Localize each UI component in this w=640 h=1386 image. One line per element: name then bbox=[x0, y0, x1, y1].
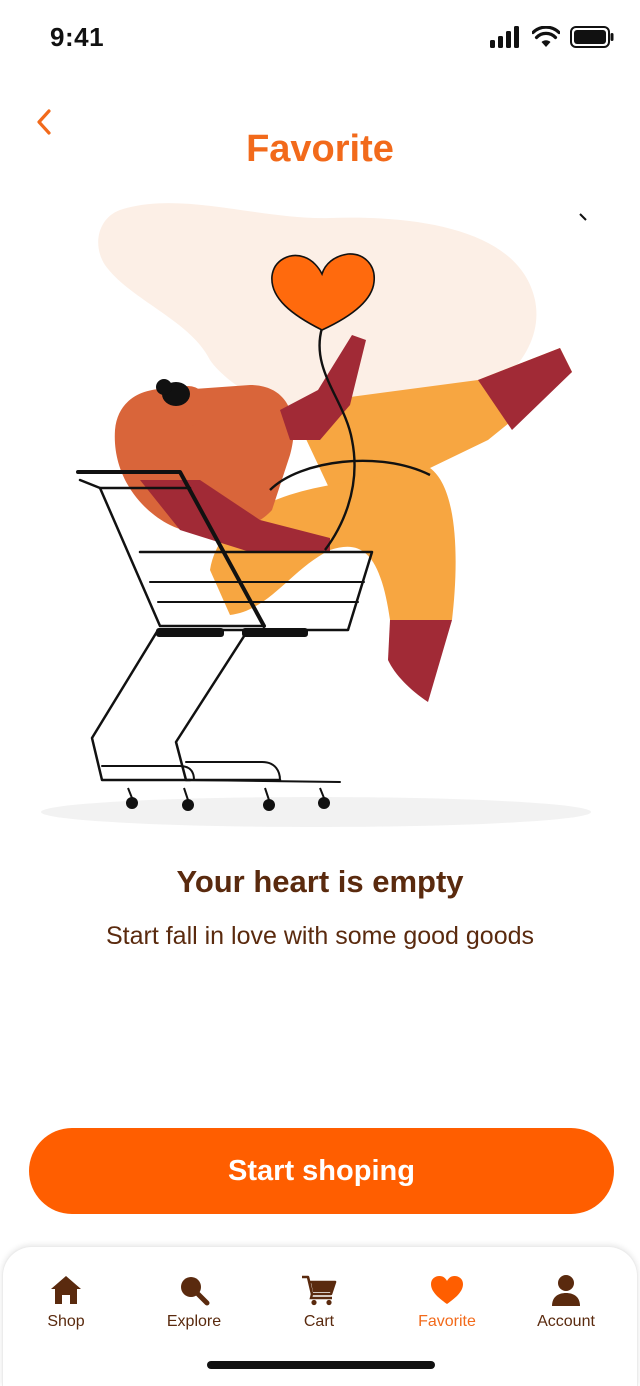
status-bar: 9:41 bbox=[0, 0, 640, 80]
home-indicator bbox=[207, 1361, 435, 1369]
hair-bun bbox=[156, 379, 172, 395]
tab-cart[interactable]: Cart bbox=[264, 1273, 374, 1343]
user-icon bbox=[552, 1275, 580, 1306]
page-title: Favorite bbox=[246, 128, 394, 170]
home-icon bbox=[51, 1276, 81, 1304]
cart-wheel bbox=[318, 797, 330, 809]
empty-state-title: Your heart is empty bbox=[176, 864, 464, 899]
wifi-icon bbox=[532, 26, 560, 47]
tab-label: Explore bbox=[166, 1313, 222, 1330]
search-icon bbox=[181, 1277, 210, 1306]
cellular-signal-icon bbox=[490, 26, 519, 48]
heart-icon bbox=[431, 1276, 463, 1304]
tab-label: Account bbox=[537, 1313, 595, 1330]
tab-label: Favorite bbox=[418, 1313, 476, 1330]
lower-leg-sock bbox=[388, 620, 452, 702]
status-time: 9:41 bbox=[50, 22, 105, 52]
cart-wheel bbox=[182, 799, 194, 811]
tab-label: Shop bbox=[47, 1313, 85, 1330]
battery-icon bbox=[570, 26, 614, 48]
tab-account[interactable]: Account bbox=[511, 1273, 621, 1343]
tab-explore[interactable]: Explore bbox=[139, 1273, 249, 1343]
ground-shadow bbox=[41, 797, 591, 827]
empty-favorites-illustration bbox=[41, 203, 591, 827]
status-icons bbox=[490, 26, 614, 48]
cart-wheel bbox=[263, 799, 275, 811]
tab-shop[interactable]: Shop bbox=[11, 1273, 121, 1343]
tab-label: Cart bbox=[303, 1313, 335, 1330]
empty-state-subtitle: Start fall in love with some good goods bbox=[105, 922, 534, 950]
cart-wheel bbox=[126, 797, 138, 809]
start-shopping-button[interactable]: Start shoping bbox=[29, 1128, 614, 1214]
tab-favorite[interactable]: Favorite bbox=[392, 1273, 502, 1343]
cart-icon bbox=[302, 1275, 337, 1306]
